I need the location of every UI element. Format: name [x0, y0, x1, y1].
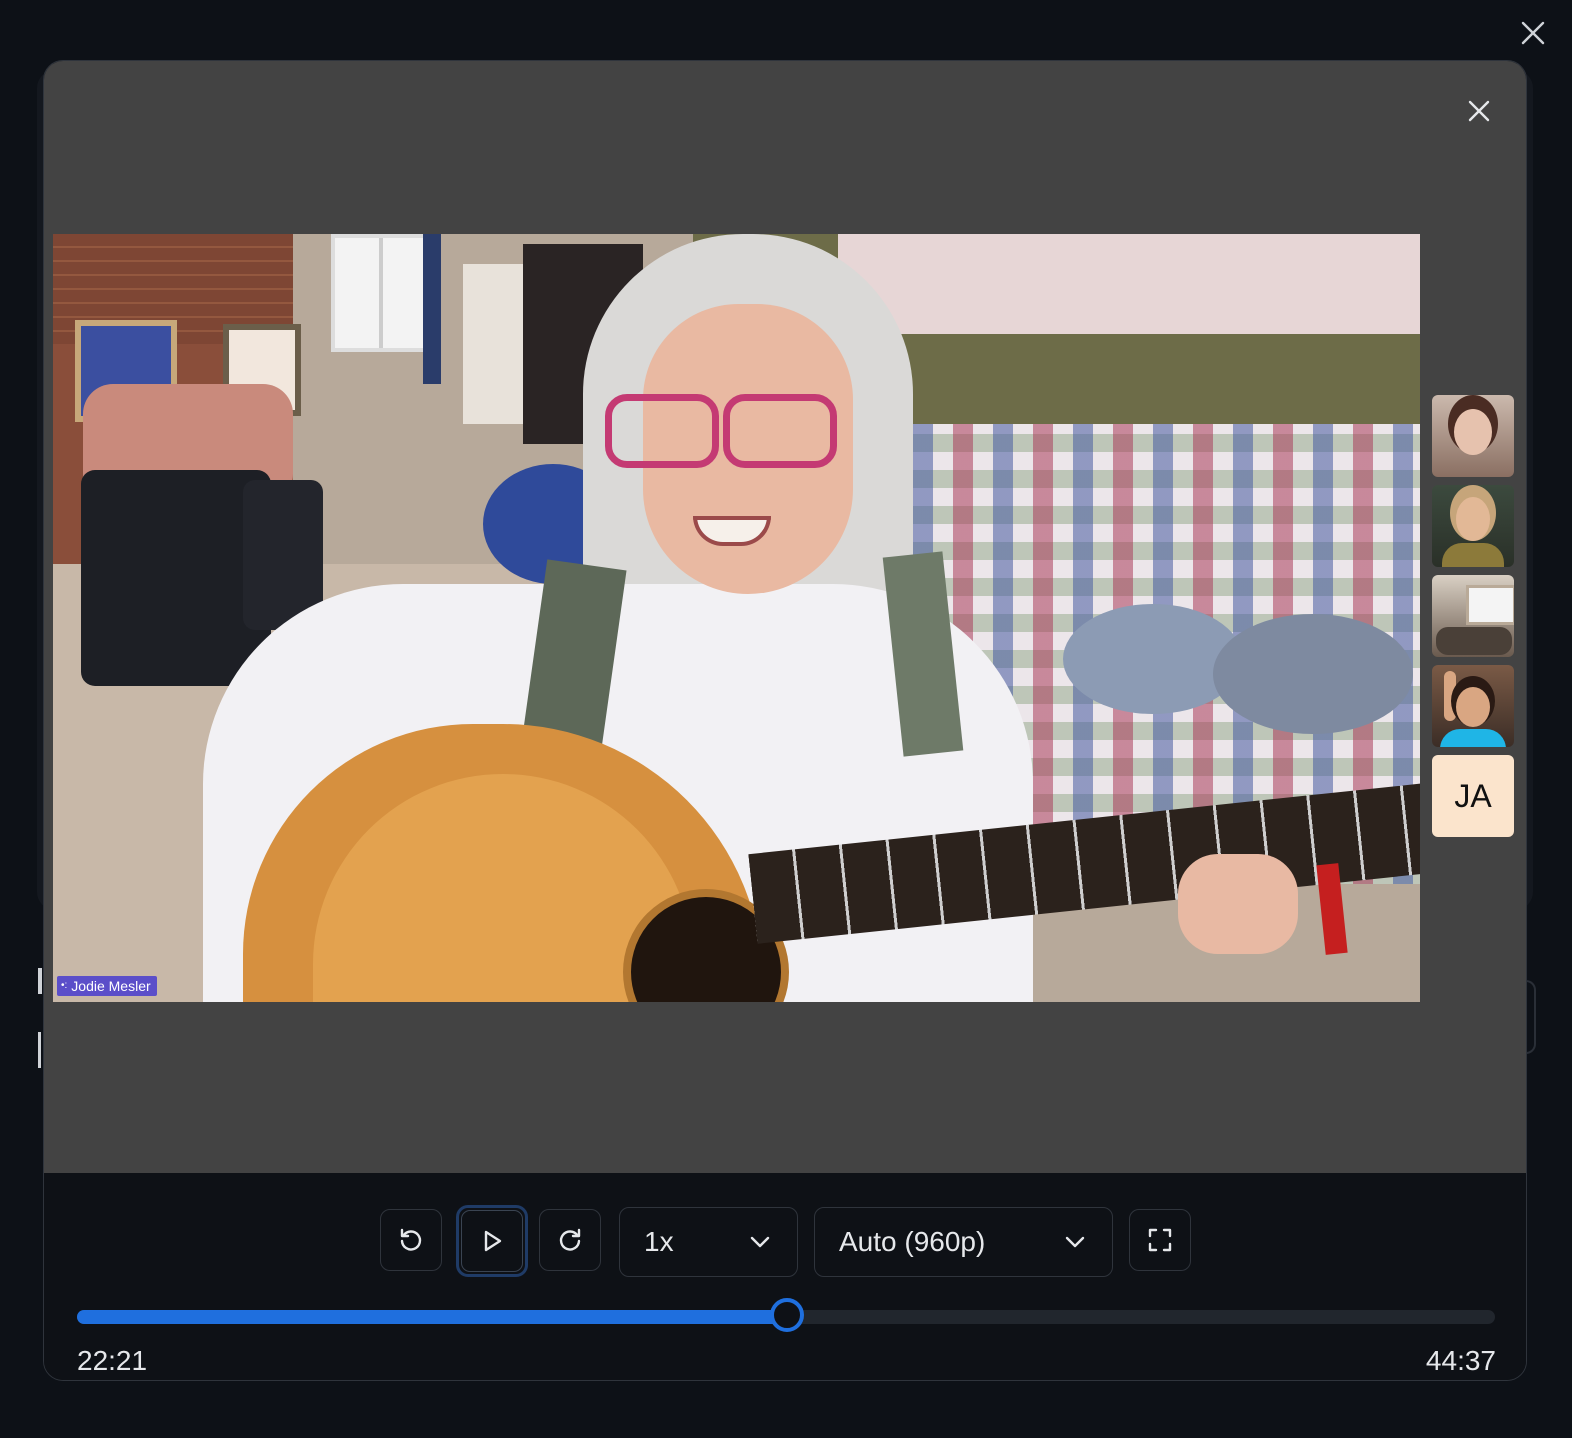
fullscreen-icon — [1148, 1228, 1172, 1252]
participant-thumbnail[interactable] — [1432, 575, 1514, 657]
rotate-ccw-icon — [400, 1228, 422, 1251]
play-button-inner — [461, 1210, 523, 1272]
speaker-name: Jodie Mesler — [71, 978, 151, 994]
participant-thumbnail[interactable] — [1432, 395, 1514, 477]
background-fragment — [38, 1032, 41, 1068]
player-close-button[interactable] — [1462, 94, 1496, 128]
current-time: 22:21 — [77, 1345, 148, 1376]
playback-speed-value: 1x — [644, 1226, 674, 1257]
speaker-indicator-icon: •: — [61, 980, 68, 991]
play-icon — [484, 1230, 502, 1252]
chevron-down-icon — [750, 1236, 770, 1248]
progress-fill — [77, 1310, 788, 1324]
rotate-cw-icon — [559, 1228, 581, 1251]
progress-handle[interactable] — [770, 1298, 805, 1332]
close-icon — [1468, 100, 1490, 122]
video-stage: •: Jodie Mesler JA — [44, 61, 1526, 1173]
play-button[interactable] — [456, 1205, 528, 1277]
rewind-button[interactable] — [380, 1209, 442, 1271]
page: •: Jodie Mesler JA 1x Auto (960p) 22:21 … — [0, 0, 1572, 1438]
participant-strip: JA — [1432, 395, 1516, 845]
forward-button[interactable] — [539, 1209, 601, 1271]
video-player-modal: •: Jodie Mesler JA 1x Auto (960p) 22:21 … — [43, 60, 1527, 1381]
overlay-close-button[interactable] — [1516, 16, 1550, 50]
speaker-name-tag: •: Jodie Mesler — [57, 976, 157, 996]
total-time: 44:37 — [1425, 1345, 1496, 1376]
playback-speed-select[interactable]: 1x — [619, 1207, 798, 1277]
close-icon — [1521, 21, 1545, 45]
participant-initials-tile[interactable]: JA — [1432, 755, 1514, 837]
player-controls: 1x Auto (960p) 22:21 44:37 — [44, 1173, 1526, 1380]
fullscreen-button[interactable] — [1129, 1209, 1191, 1271]
participant-initials: JA — [1454, 777, 1492, 814]
participant-thumbnail[interactable] — [1432, 485, 1514, 567]
chevron-down-icon — [1065, 1236, 1085, 1248]
background-fragment — [38, 968, 42, 994]
main-video[interactable]: •: Jodie Mesler — [53, 234, 1420, 1002]
progress-bar[interactable] — [77, 1298, 1495, 1332]
participant-thumbnail[interactable] — [1432, 665, 1514, 747]
quality-value: Auto (960p) — [839, 1226, 986, 1257]
quality-select[interactable]: Auto (960p) — [814, 1207, 1113, 1277]
